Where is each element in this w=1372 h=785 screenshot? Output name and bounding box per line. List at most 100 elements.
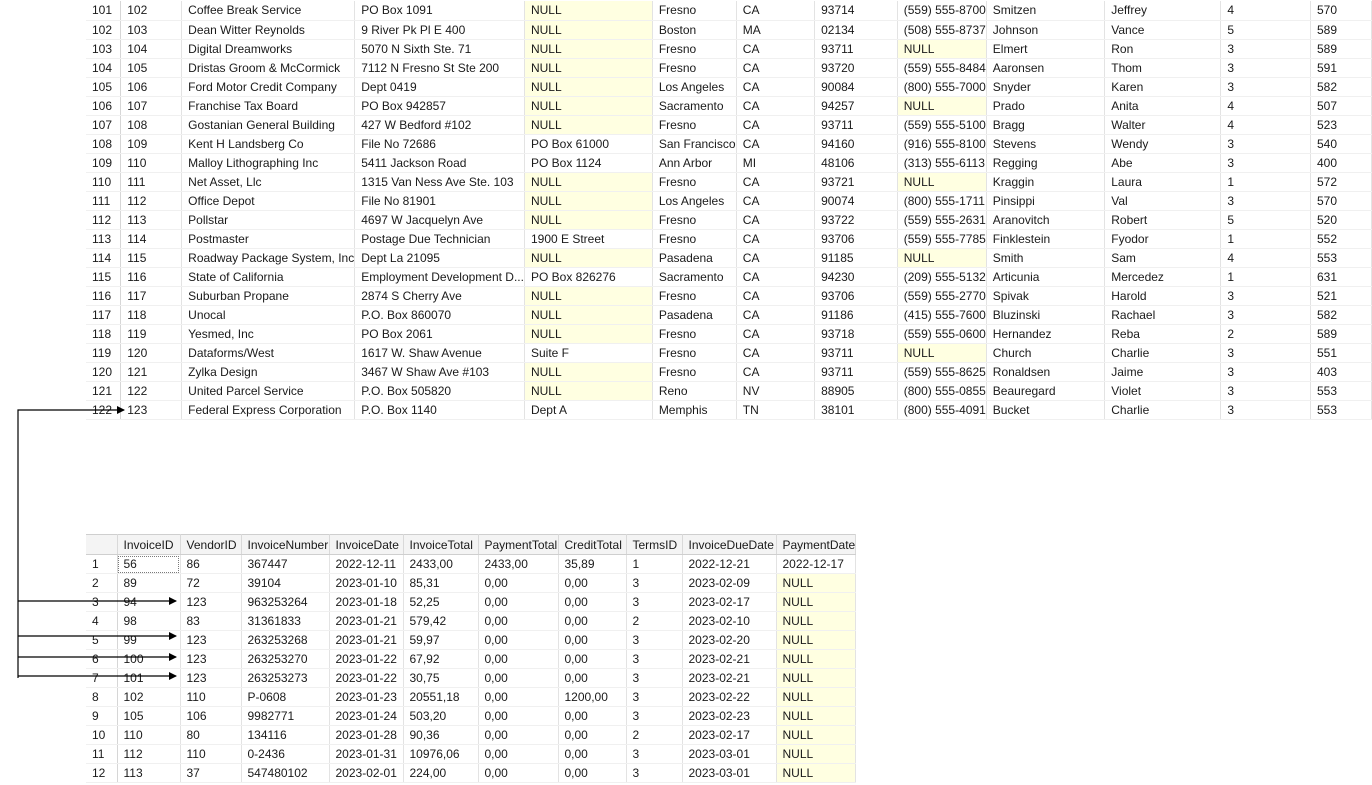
table-cell[interactable]: Jaime — [1104, 362, 1222, 382]
table-cell[interactable]: CA — [736, 362, 816, 382]
table-cell[interactable]: NULL — [897, 96, 987, 116]
table-cell[interactable]: 0,00 — [478, 687, 559, 707]
table-cell[interactable]: Wendy — [1104, 134, 1222, 154]
table-cell[interactable]: 93714 — [814, 1, 898, 21]
column-header[interactable]: TermsID — [626, 534, 683, 555]
table-cell[interactable]: 2433,00 — [403, 554, 479, 574]
table-cell[interactable]: Fresno — [652, 343, 737, 363]
table-cell[interactable]: 591 — [1310, 58, 1372, 78]
table-cell[interactable]: 3 — [1220, 343, 1311, 363]
table-cell[interactable]: 1900 E Street — [524, 229, 653, 249]
table-cell[interactable]: 3 — [626, 744, 683, 764]
table-cell[interactable]: Stevens — [986, 134, 1106, 154]
table-cell[interactable]: Fresno — [652, 324, 737, 344]
row-number[interactable]: 4 — [86, 611, 118, 631]
table-cell[interactable]: NULL — [524, 115, 653, 135]
table-cell[interactable]: 7112 N Fresno St Ste 200 — [354, 58, 525, 78]
row-number[interactable]: 10 — [86, 725, 118, 745]
table-cell[interactable]: 101 — [117, 668, 181, 688]
table-cell[interactable]: 104 — [120, 39, 183, 59]
table-cell[interactable]: Fresno — [652, 39, 737, 59]
table-cell[interactable]: 90074 — [814, 191, 898, 211]
row-number[interactable]: 107 — [86, 115, 122, 135]
table-cell[interactable]: 570 — [1310, 1, 1372, 21]
table-cell[interactable]: Ann Arbor — [652, 153, 737, 173]
column-header[interactable]: InvoiceDate — [329, 534, 404, 555]
table-row[interactable]: 104 105 Dristas Groom & McCormick 7112 N Fr… — [86, 58, 1372, 78]
table-cell[interactable]: Finklestein — [986, 229, 1106, 249]
table-row[interactable]: 109 110 Malloy Lithographing Inc 5411 Jacks… — [86, 153, 1372, 173]
table-cell[interactable]: (313) 555-6113 — [897, 153, 987, 173]
table-cell[interactable]: Walter — [1104, 115, 1222, 135]
table-cell[interactable]: 3 — [626, 668, 683, 688]
row-number[interactable]: 2 — [86, 573, 118, 593]
row-number[interactable]: 11 — [86, 744, 118, 764]
table-cell[interactable]: 2023-02-17 — [682, 592, 777, 612]
table-cell[interactable]: TN — [736, 400, 816, 420]
table-row[interactable]: 103 104 Digital Dreamworks 5070 N Sixth Ste… — [86, 39, 1372, 59]
table-cell[interactable]: CA — [736, 191, 816, 211]
row-number[interactable]: 102 — [86, 20, 122, 40]
table-cell[interactable]: 113 — [117, 763, 181, 783]
table-cell[interactable]: (800) 555-1711 — [897, 191, 987, 211]
table-row[interactable]: 122 123 Federal Express Corporation P.O. Bo… — [86, 400, 1372, 420]
table-cell[interactable]: 540 — [1310, 134, 1372, 154]
table-row[interactable]: 120 121 Zylka Design 3467 W Shaw Ave #103 NU… — [86, 362, 1372, 382]
table-cell[interactable]: 3 — [1220, 305, 1311, 325]
table-cell[interactable]: 90,36 — [403, 725, 479, 745]
table-cell[interactable]: 552 — [1310, 229, 1372, 249]
table-row[interactable]: 118 119 Yesmed, Inc PO Box 2061 NULL Fresno CA… — [86, 324, 1372, 344]
table-cell[interactable]: Postage Due Technician — [354, 229, 525, 249]
table-cell[interactable]: Dataforms/West — [181, 343, 356, 363]
table-cell[interactable]: 0,00 — [558, 573, 627, 593]
table-cell[interactable]: 2023-02-10 — [682, 611, 777, 631]
table-cell[interactable]: NULL — [524, 381, 653, 401]
row-number[interactable]: 115 — [86, 267, 122, 287]
table-cell[interactable]: 2433,00 — [478, 554, 559, 574]
table-cell[interactable]: 2 — [626, 611, 683, 631]
table-cell[interactable]: File No 72686 — [354, 134, 525, 154]
table-cell[interactable]: 93721 — [814, 172, 898, 192]
table-cell[interactable]: 134116 — [241, 725, 330, 745]
table-cell[interactable]: CA — [736, 305, 816, 325]
table-cell[interactable]: CA — [736, 267, 816, 287]
table-cell[interactable]: Zylka Design — [181, 362, 356, 382]
column-header[interactable]: InvoiceNumber — [241, 534, 330, 555]
table-cell[interactable]: 3 — [1220, 400, 1311, 420]
table-cell[interactable]: Mercedez — [1104, 267, 1222, 287]
table-cell[interactable]: 93711 — [814, 115, 898, 135]
table-cell[interactable]: 30,75 — [403, 668, 479, 688]
table-cell[interactable]: 123 — [180, 630, 242, 650]
table-cell[interactable]: Ronaldsen — [986, 362, 1106, 382]
row-number[interactable]: 3 — [86, 592, 118, 612]
table-cell[interactable]: 2022-12-11 — [329, 554, 404, 574]
table-cell[interactable]: 122 — [120, 381, 183, 401]
table-cell[interactable]: 520 — [1310, 210, 1372, 230]
table-cell[interactable]: 31361833 — [241, 611, 330, 631]
table-cell[interactable]: 98 — [117, 611, 181, 631]
table-cell[interactable]: 0,00 — [478, 725, 559, 745]
row-number[interactable]: 103 — [86, 39, 122, 59]
table-cell[interactable]: Dept A — [524, 400, 653, 420]
table-cell[interactable]: 263253273 — [241, 668, 330, 688]
table-cell[interactable]: 123 — [180, 649, 242, 669]
table-cell[interactable]: Unocal — [181, 305, 356, 325]
table-cell[interactable]: CA — [736, 39, 816, 59]
row-number[interactable]: 117 — [86, 305, 122, 325]
table-cell[interactable]: 3 — [626, 687, 683, 707]
row-number[interactable]: 114 — [86, 248, 122, 268]
table-cell[interactable]: NULL — [897, 39, 987, 59]
row-number[interactable]: 9 — [86, 706, 118, 726]
table-cell[interactable]: Office Depot — [181, 191, 356, 211]
table-cell[interactable]: 1 — [1220, 267, 1311, 287]
column-header[interactable]: CreditTotal — [558, 534, 627, 555]
table-cell[interactable]: 90084 — [814, 77, 898, 97]
table-cell[interactable]: NULL — [776, 649, 857, 669]
row-number[interactable]: 108 — [86, 134, 122, 154]
table-cell[interactable]: (559) 555-0600 — [897, 324, 987, 344]
table-cell[interactable]: NULL — [776, 573, 857, 593]
row-number[interactable]: 112 — [86, 210, 122, 230]
table-row[interactable]: 6 100 123 263253270 2023-01-22 67,92 0,00 0,00 3… — [86, 649, 857, 669]
table-cell[interactable]: Hernandez — [986, 324, 1106, 344]
table-cell[interactable]: 1200,00 — [558, 687, 627, 707]
